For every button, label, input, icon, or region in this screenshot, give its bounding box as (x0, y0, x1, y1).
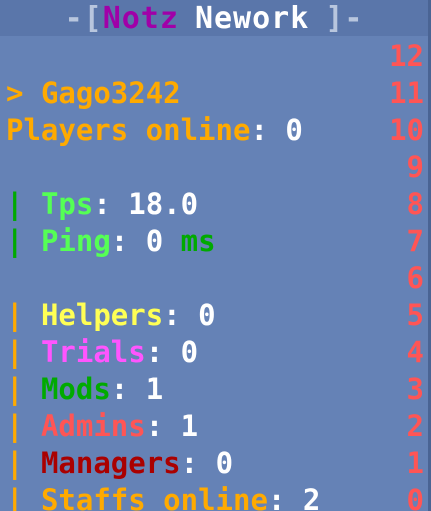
players-online-label: Players online (6, 113, 251, 147)
score-row-6: 6 (0, 260, 428, 296)
tps-sep: : (93, 187, 111, 221)
title-brand-first: Notz (102, 0, 179, 36)
helpers-line: | Helpers: 0 (6, 297, 216, 333)
scoreboard: -[ Notz Nework ]- 12 > Gago3242 11 Playe… (0, 0, 431, 511)
score-row-12: 12 (0, 38, 428, 74)
trials-line: | Trials: 0 (6, 334, 198, 370)
score-row-3: | Mods: 1 3 (0, 371, 428, 407)
helpers-value: 0 (198, 298, 216, 332)
tps-bar: | (6, 187, 24, 221)
mods-bar: | (6, 372, 24, 406)
mods-sep: : (110, 372, 129, 406)
players-online-line: Players online: 0 (6, 112, 303, 148)
managers-label: Managers (40, 446, 181, 480)
staffs-online-label: Staffs online (40, 483, 268, 511)
admins-label: Admins (40, 409, 146, 443)
mods-value: 1 (145, 372, 164, 406)
score-number: 2 (406, 409, 424, 443)
player-name: Gago3242 (40, 76, 181, 110)
ping-unit: ms (180, 224, 216, 258)
player-prefix: > (6, 76, 24, 110)
trials-value: 0 (180, 335, 199, 369)
tps-label: Tps (40, 187, 94, 221)
score-row-4: | Trials: 0 4 (0, 334, 428, 370)
players-online-value: 0 (285, 113, 303, 147)
trials-sep: : (145, 335, 164, 369)
admins-line: | Admins: 1 (6, 408, 198, 444)
score-number: 9 (406, 150, 424, 184)
score-row-1: | Managers: 0 1 (0, 445, 428, 481)
managers-line: | Managers: 0 (6, 445, 233, 481)
score-number: 1 (406, 446, 424, 480)
admins-value: 1 (180, 409, 199, 443)
score-number: 8 (406, 187, 424, 221)
admins-bar: | (6, 409, 24, 443)
score-row-10: Players online: 0 10 (0, 112, 428, 148)
ping-value: 0 (145, 224, 164, 258)
staffs-online-bar: | (6, 483, 24, 511)
title-brand-second: Nework (194, 0, 310, 36)
score-row-2: | Admins: 1 2 (0, 408, 428, 444)
trials-bar: | (6, 335, 24, 369)
mods-line: | Mods: 1 (6, 371, 163, 407)
helpers-label: Helpers (40, 298, 164, 332)
score-row-8: | Tps: 18.0 8 (0, 186, 428, 222)
ping-sep: : (110, 224, 129, 258)
tps-value: 18.0 (128, 187, 199, 221)
managers-sep: : (180, 446, 199, 480)
score-row-9: 9 (0, 149, 428, 185)
players-online-sep: : (250, 113, 268, 147)
helpers-bar: | (6, 298, 24, 332)
ping-bar: | (6, 224, 24, 258)
score-number: 11 (389, 76, 424, 110)
ping-label: Ping (40, 224, 111, 258)
score-number: 5 (406, 298, 424, 332)
mods-label: Mods (40, 372, 111, 406)
tps-line: | Tps: 18.0 (6, 186, 198, 222)
score-number: 4 (406, 335, 424, 369)
score-row-11: > Gago3242 11 (0, 75, 428, 111)
staffs-online-sep: : (267, 483, 286, 511)
score-number: 0 (406, 483, 424, 511)
score-row-5: | Helpers: 0 5 (0, 297, 428, 333)
score-number: 3 (406, 372, 424, 406)
score-row-7: | Ping: 0 ms 7 (0, 223, 428, 259)
player-line: > Gago3242 (6, 75, 181, 111)
score-number: 12 (389, 39, 424, 73)
title-left-dash: -[ (64, 0, 103, 36)
title-right-dash: ]- (325, 0, 364, 36)
score-row-0: | Staffs online: 2 0 (0, 482, 428, 511)
ping-line: | Ping: 0 ms (6, 223, 216, 259)
staffs-online-line: | Staffs online: 2 (6, 482, 320, 511)
scoreboard-title: -[ Notz Nework ]- (0, 0, 428, 36)
score-number: 6 (406, 261, 424, 295)
score-number: 7 (406, 224, 424, 258)
score-number: 10 (389, 113, 424, 147)
admins-sep: : (145, 409, 164, 443)
managers-bar: | (6, 446, 24, 480)
managers-value: 0 (215, 446, 234, 480)
helpers-sep: : (163, 298, 181, 332)
trials-label: Trials (40, 335, 146, 369)
staffs-online-value: 2 (302, 483, 321, 511)
